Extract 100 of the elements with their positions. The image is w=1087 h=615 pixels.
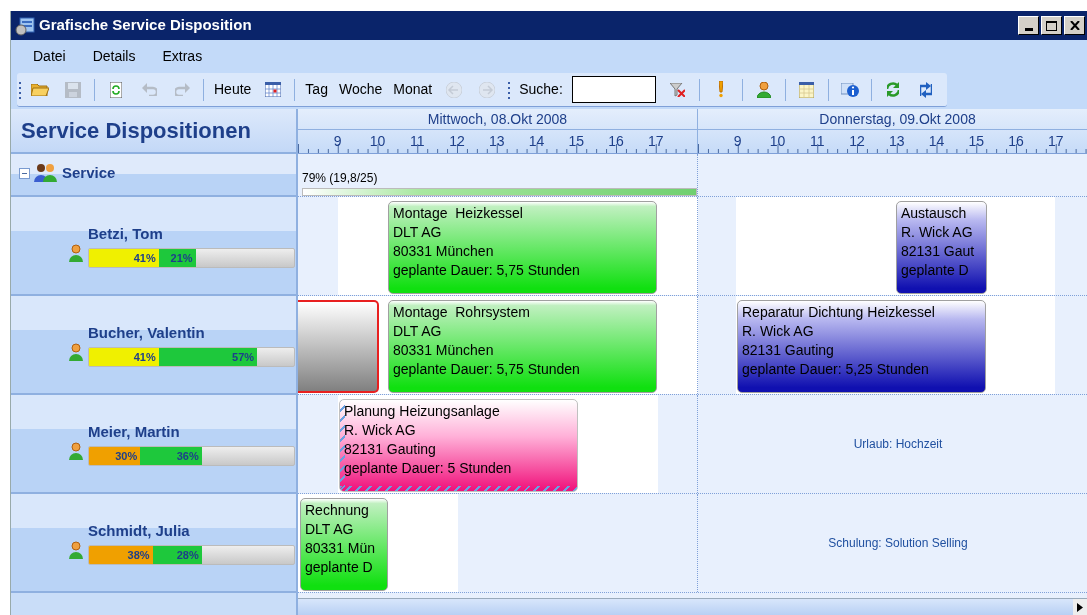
collapse-toggle[interactable]	[19, 167, 30, 179]
appointment-line: 80331 Mün	[305, 539, 377, 558]
appointment-card[interactable]	[298, 300, 379, 393]
resource-row[interactable]: Meier, Martin 30% 36%	[11, 395, 296, 494]
appointment-line: geplante Dauer: 5,75 Stunden	[393, 261, 581, 280]
appointment-line: R. Wick AG	[742, 322, 815, 341]
toolbar-button[interactable]: Monat	[389, 75, 437, 104]
search-label: Suche:	[518, 80, 564, 99]
hour-label: 14	[928, 132, 945, 151]
appointment-line: 82131 Gaut	[901, 242, 976, 261]
menu-item[interactable]: Extras	[162, 46, 203, 67]
group-label: Service	[62, 162, 116, 183]
clear-filter-icon	[670, 82, 686, 97]
toolbar-button[interactable]: Heute	[210, 75, 256, 104]
appointment-line: 80331 München	[393, 341, 495, 360]
appointment-line: Austausch	[901, 204, 968, 223]
menu-item[interactable]: Datei	[33, 46, 66, 67]
appointment-line: R. Wick AG	[901, 223, 974, 242]
scroll-right-button[interactable]	[1073, 599, 1087, 615]
capacity-segment: 41%	[89, 347, 159, 366]
hour-label: 12	[849, 132, 865, 151]
minimize-icon	[1024, 28, 1033, 31]
person-icon	[69, 342, 83, 361]
appointment-card[interactable]: Montage Rohrsystem DLT AG 80331 München geplante Dauer: 5,75 Stunden	[388, 300, 657, 393]
hour-label: 9	[733, 132, 742, 151]
close-icon	[1069, 21, 1080, 30]
absence-note: Schulung: Solution Selling	[827, 535, 969, 552]
hour-label: 10	[369, 132, 386, 151]
load-label: 79% (19,8/25)	[302, 170, 379, 187]
maximize-button[interactable]	[1041, 16, 1062, 35]
person-icon	[69, 243, 83, 262]
minimize-button[interactable]	[1018, 16, 1039, 35]
hour-label: 11	[410, 132, 425, 151]
appointment-line: DLT AG	[393, 322, 443, 341]
close-button[interactable]	[1064, 16, 1085, 35]
appointment-line: Montage Rohrsystem	[393, 303, 531, 322]
capacity-segment: 30%	[89, 446, 141, 465]
window-title: Grafische Service Disposition	[39, 15, 252, 36]
hour-label: 15	[968, 132, 985, 151]
exclamation-icon	[718, 81, 723, 98]
undo-icon	[141, 83, 157, 96]
appointment-line: DLT AG	[393, 223, 443, 242]
appointment-card[interactable]: Rechnung DLT AG 80331 Mün geplante D	[300, 498, 388, 591]
toolbar-button[interactable]: Tag	[301, 75, 332, 104]
hour-label: 15	[568, 132, 585, 151]
save-icon	[65, 81, 81, 98]
person-icon	[756, 81, 771, 98]
calendar-icon	[265, 82, 282, 97]
day-label: Mittwoch, 08.Okt 2008	[427, 109, 568, 129]
capacity-segment: 36%	[140, 446, 202, 465]
resource-row[interactable]: Schmidt, Julia 38% 28%	[11, 494, 296, 593]
appointment-card[interactable]: Montage Heizkessel DLT AG 80331 München geplante Dauer: 5,75 Stunden	[388, 201, 657, 294]
capacity-segment: 41%	[89, 248, 159, 267]
grip-handle-icon	[508, 80, 512, 99]
appointment-card[interactable]: Austausch R. Wick AG 82131 Gaut geplante D	[896, 201, 987, 294]
appointment-card[interactable]: Reparatur Dichtung Heizkessel R. Wick AG 82131 Gauting geplante Dauer: 5,25 Stunden	[737, 300, 986, 393]
toolbar-button[interactable]: Woche	[334, 75, 387, 104]
appointment-line: geplante Dauer: 5,25 Stunden	[742, 360, 930, 379]
calendar-page-icon	[799, 81, 815, 98]
resource-name: Meier, Martin	[88, 422, 181, 443]
absence-note: Urlaub: Hochzeit	[852, 436, 944, 453]
appointment-line: Planung Heizungsanlage	[344, 402, 501, 421]
menu-item[interactable]: Details	[92, 46, 136, 67]
back-arrow-icon	[446, 81, 463, 98]
recycle-arrows-icon	[886, 82, 899, 97]
hour-label: 9	[333, 132, 342, 151]
resource-name: Schmidt, Julia	[88, 521, 191, 542]
appointment-line: geplante D	[305, 558, 374, 577]
person-icon	[69, 540, 83, 559]
resource-name: Betzi, Tom	[88, 224, 164, 245]
person-icon	[69, 441, 83, 460]
hour-label: 16	[1008, 132, 1024, 151]
hour-label: 17	[647, 132, 664, 151]
hour-label: 17	[1047, 132, 1064, 151]
capacity-segment: 38%	[89, 545, 153, 564]
appointment-line: Montage Heizkessel	[393, 204, 524, 223]
app-icon	[15, 15, 35, 36]
resource-row[interactable]: Bucher, Valentin 41% 57%	[11, 296, 296, 395]
info-icon	[840, 82, 859, 97]
capacity-segment: 57%	[158, 347, 258, 366]
hour-label: 11	[810, 132, 825, 151]
appointment-line: geplante Dauer: 5,75 Stunden	[393, 360, 581, 379]
appointment-line: 80331 München	[393, 242, 495, 261]
resource-row[interactable]: Betzi, Tom 41% 21%	[11, 197, 296, 296]
right-triangle-icon	[1077, 602, 1083, 612]
maximize-icon	[1046, 20, 1057, 31]
redo-icon	[174, 83, 190, 96]
hour-label: 13	[488, 132, 505, 151]
appointment-line: geplante D	[901, 261, 970, 280]
capacity-segment: 21%	[158, 248, 196, 267]
appointment-line: Rechnung	[305, 501, 370, 520]
forward-arrow-icon	[479, 81, 496, 98]
hour-label: 10	[769, 132, 786, 151]
resource-name: Bucher, Valentin	[88, 323, 206, 344]
horizontal-scrollbar[interactable]	[298, 598, 1087, 615]
appointment-line: 82131 Gauting	[742, 341, 835, 360]
hour-label: 13	[888, 132, 905, 151]
appointment-card[interactable]: Planung Heizungsanlage R. Wick AG 82131 Gauting geplante Dauer: 5 Stunden	[339, 399, 578, 492]
appointment-line: Reparatur Dichtung Heizkessel	[742, 303, 936, 322]
search-field[interactable]	[571, 76, 656, 103]
